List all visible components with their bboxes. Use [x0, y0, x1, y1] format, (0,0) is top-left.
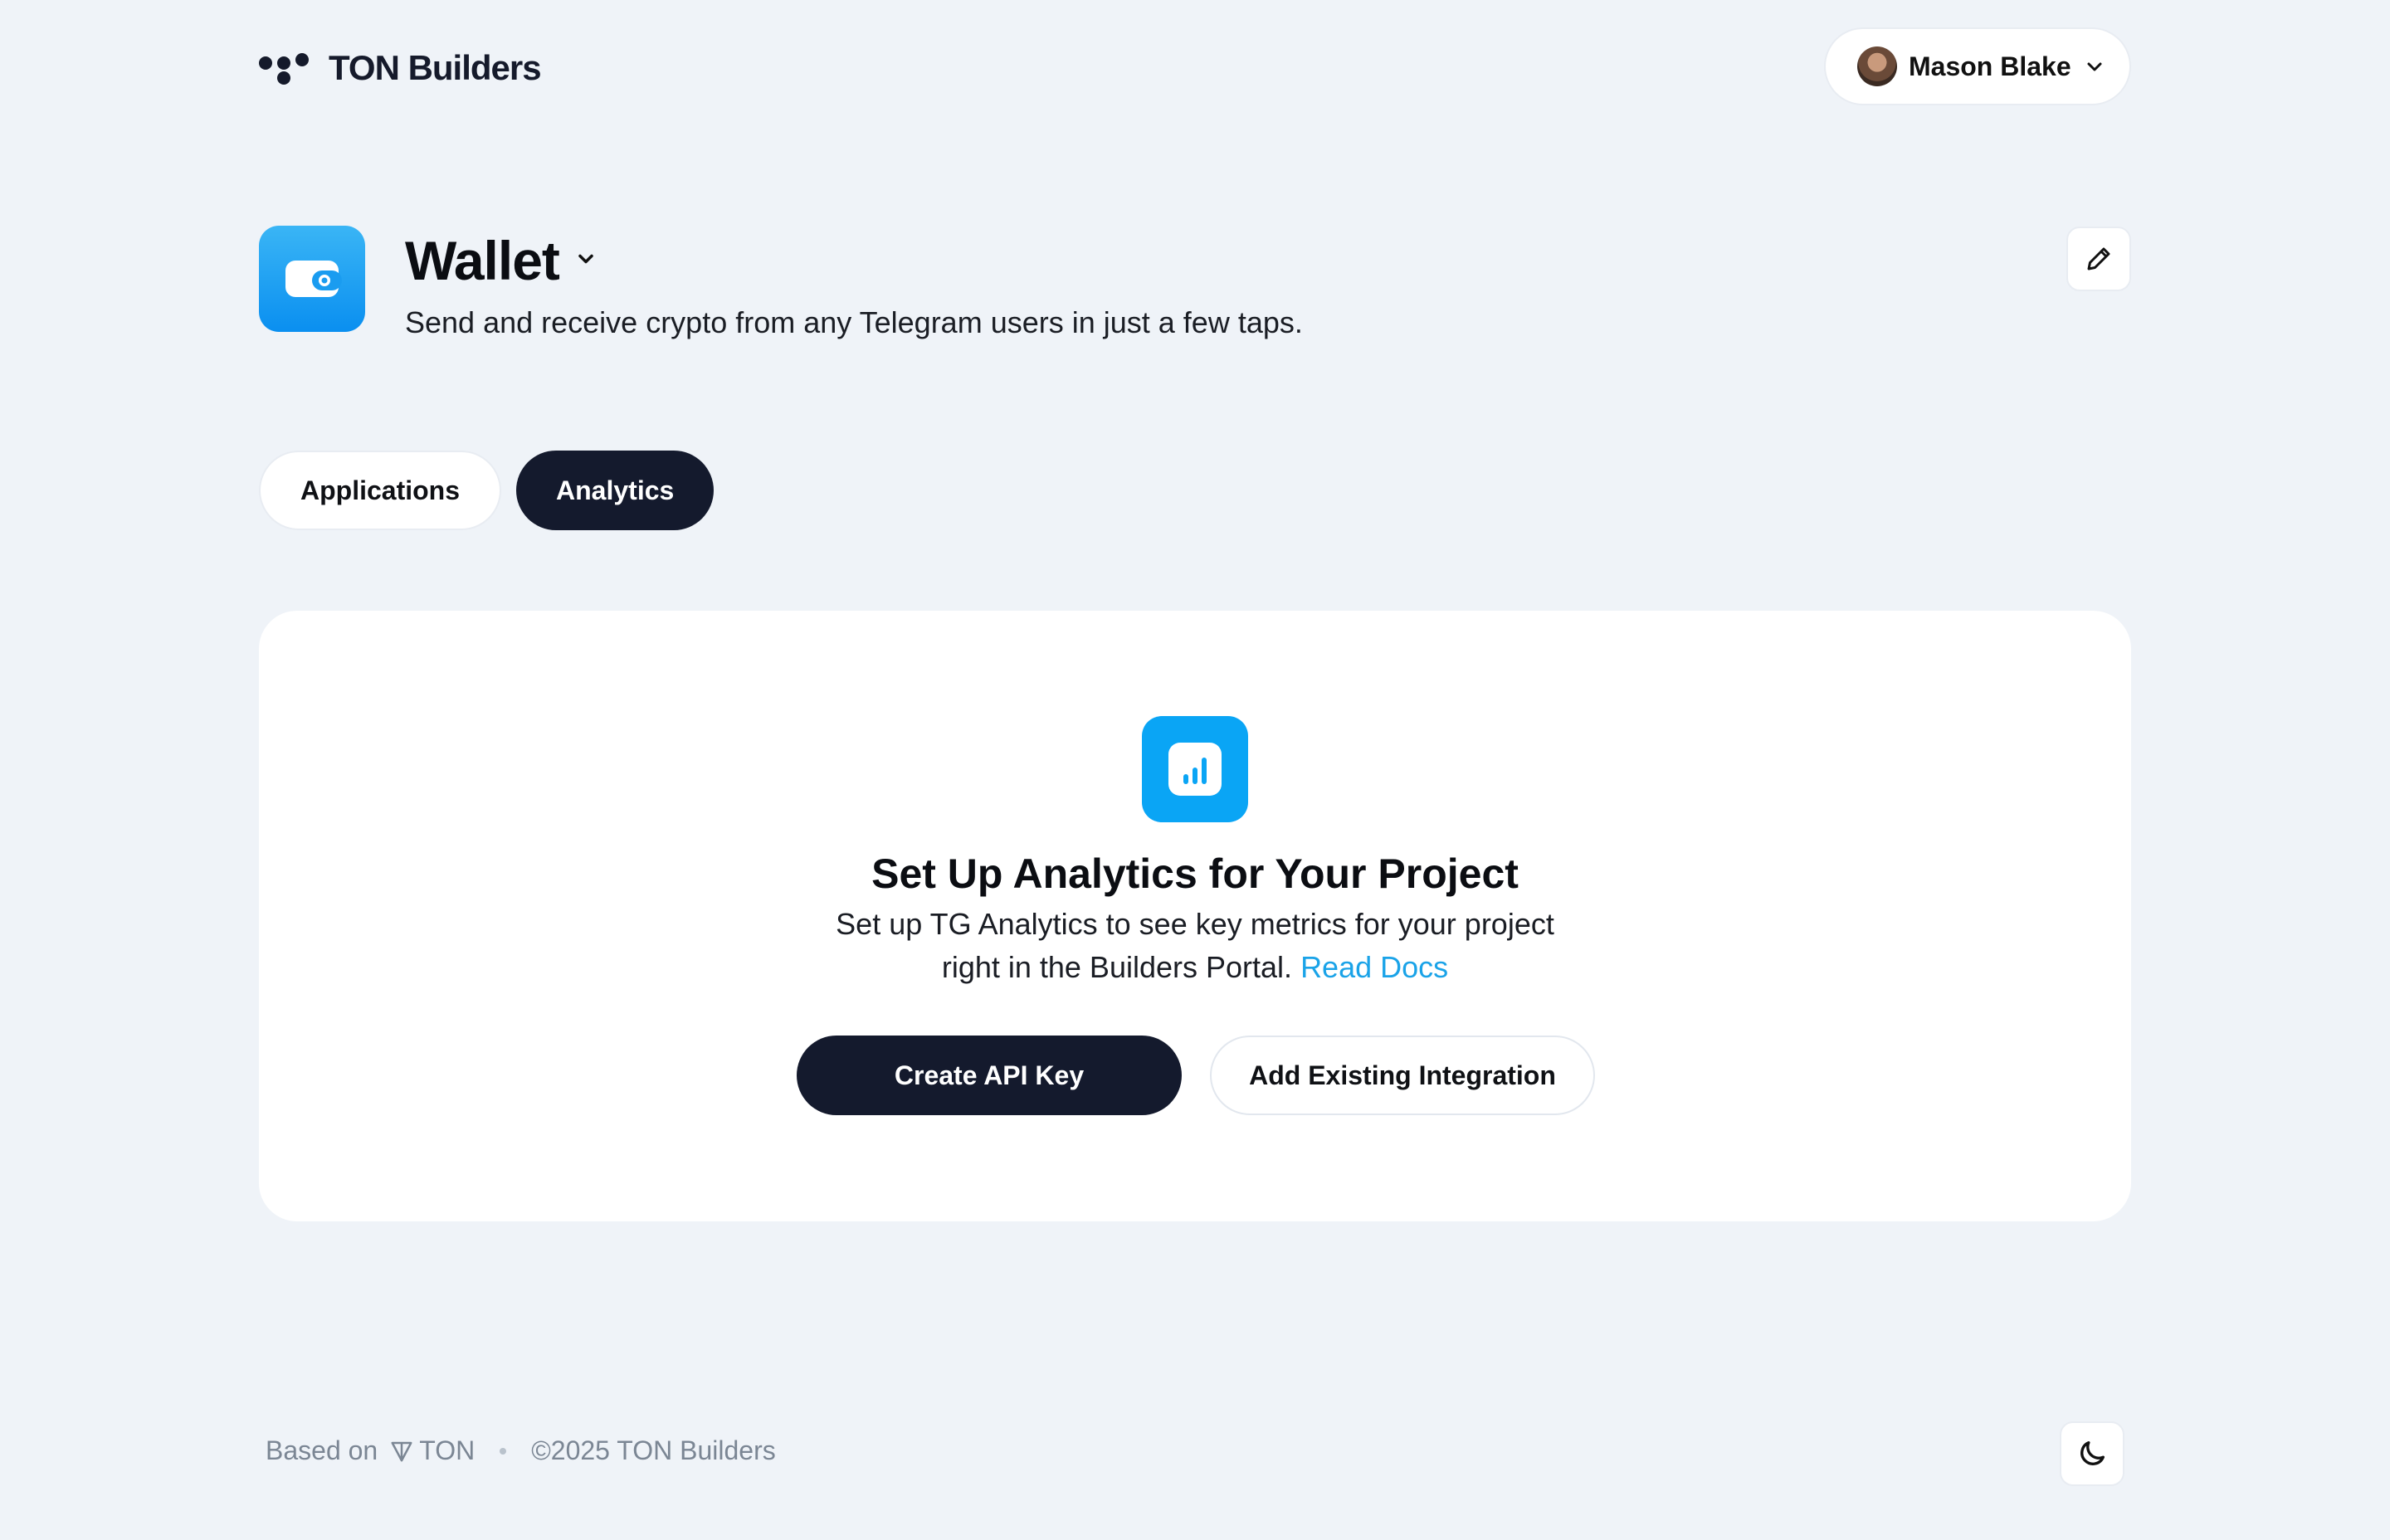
ton-label: TON: [419, 1435, 476, 1465]
project-description: Send and receive crypto from any Telegra…: [405, 305, 1303, 339]
project-name: Wallet: [405, 230, 560, 291]
chevron-down-icon: [574, 247, 598, 275]
project-selector[interactable]: Wallet: [405, 226, 598, 295]
add-existing-integration-button[interactable]: Add Existing Integration: [1210, 1036, 1595, 1115]
create-api-key-button[interactable]: Create API Key: [797, 1036, 1182, 1115]
tab-applications[interactable]: Applications: [259, 451, 502, 530]
card-actions: Create API Key Add Existing Integration: [797, 1036, 1595, 1115]
separator-dot: [500, 1447, 507, 1455]
edit-project-button[interactable]: [2066, 227, 2131, 291]
avatar: [1857, 46, 1897, 86]
copyright: ©2025 TON Builders: [531, 1435, 776, 1465]
moon-icon: [2080, 1441, 2105, 1465]
wallet-icon: [285, 261, 342, 297]
card-description-line2: right in the Builders Portal. Read Docs: [259, 946, 2131, 989]
ton-link[interactable]: TON: [389, 1435, 475, 1466]
user-name: Mason Blake: [1909, 51, 2071, 81]
footer: Based on TON ©2025 TON Builders: [266, 1435, 776, 1466]
pencil-icon: [2087, 247, 2110, 270]
wallet-app-icon: [259, 226, 365, 332]
theme-toggle-button[interactable]: [2060, 1421, 2124, 1486]
tab-analytics[interactable]: Analytics: [516, 451, 715, 530]
read-docs-link[interactable]: Read Docs: [1300, 950, 1448, 984]
analytics-setup-card: Set Up Analytics for Your Project Set up…: [259, 611, 2131, 1221]
card-description: Set up TG Analytics to see key metrics f…: [259, 903, 2131, 989]
logo-text: TON Builders: [329, 48, 542, 87]
card-description-text: right in the Builders Portal.: [941, 950, 1293, 984]
page: TON Builders Mason Blake Wallet Send and…: [259, 0, 2131, 1540]
project-tabs: Applications Analytics: [259, 451, 715, 530]
ton-builders-logo[interactable]: TON Builders: [259, 48, 542, 88]
chevron-down-icon: [2083, 55, 2106, 78]
logo-dots-icon: [259, 50, 310, 86]
analytics-icon: [1142, 716, 1248, 822]
ton-logo-icon: [391, 1441, 412, 1461]
user-menu-button[interactable]: Mason Blake: [1824, 27, 2131, 105]
card-description-line1: Set up TG Analytics to see key metrics f…: [836, 907, 1554, 941]
based-on-label: Based on: [266, 1435, 378, 1465]
card-title: Set Up Analytics for Your Project: [871, 850, 1519, 897]
